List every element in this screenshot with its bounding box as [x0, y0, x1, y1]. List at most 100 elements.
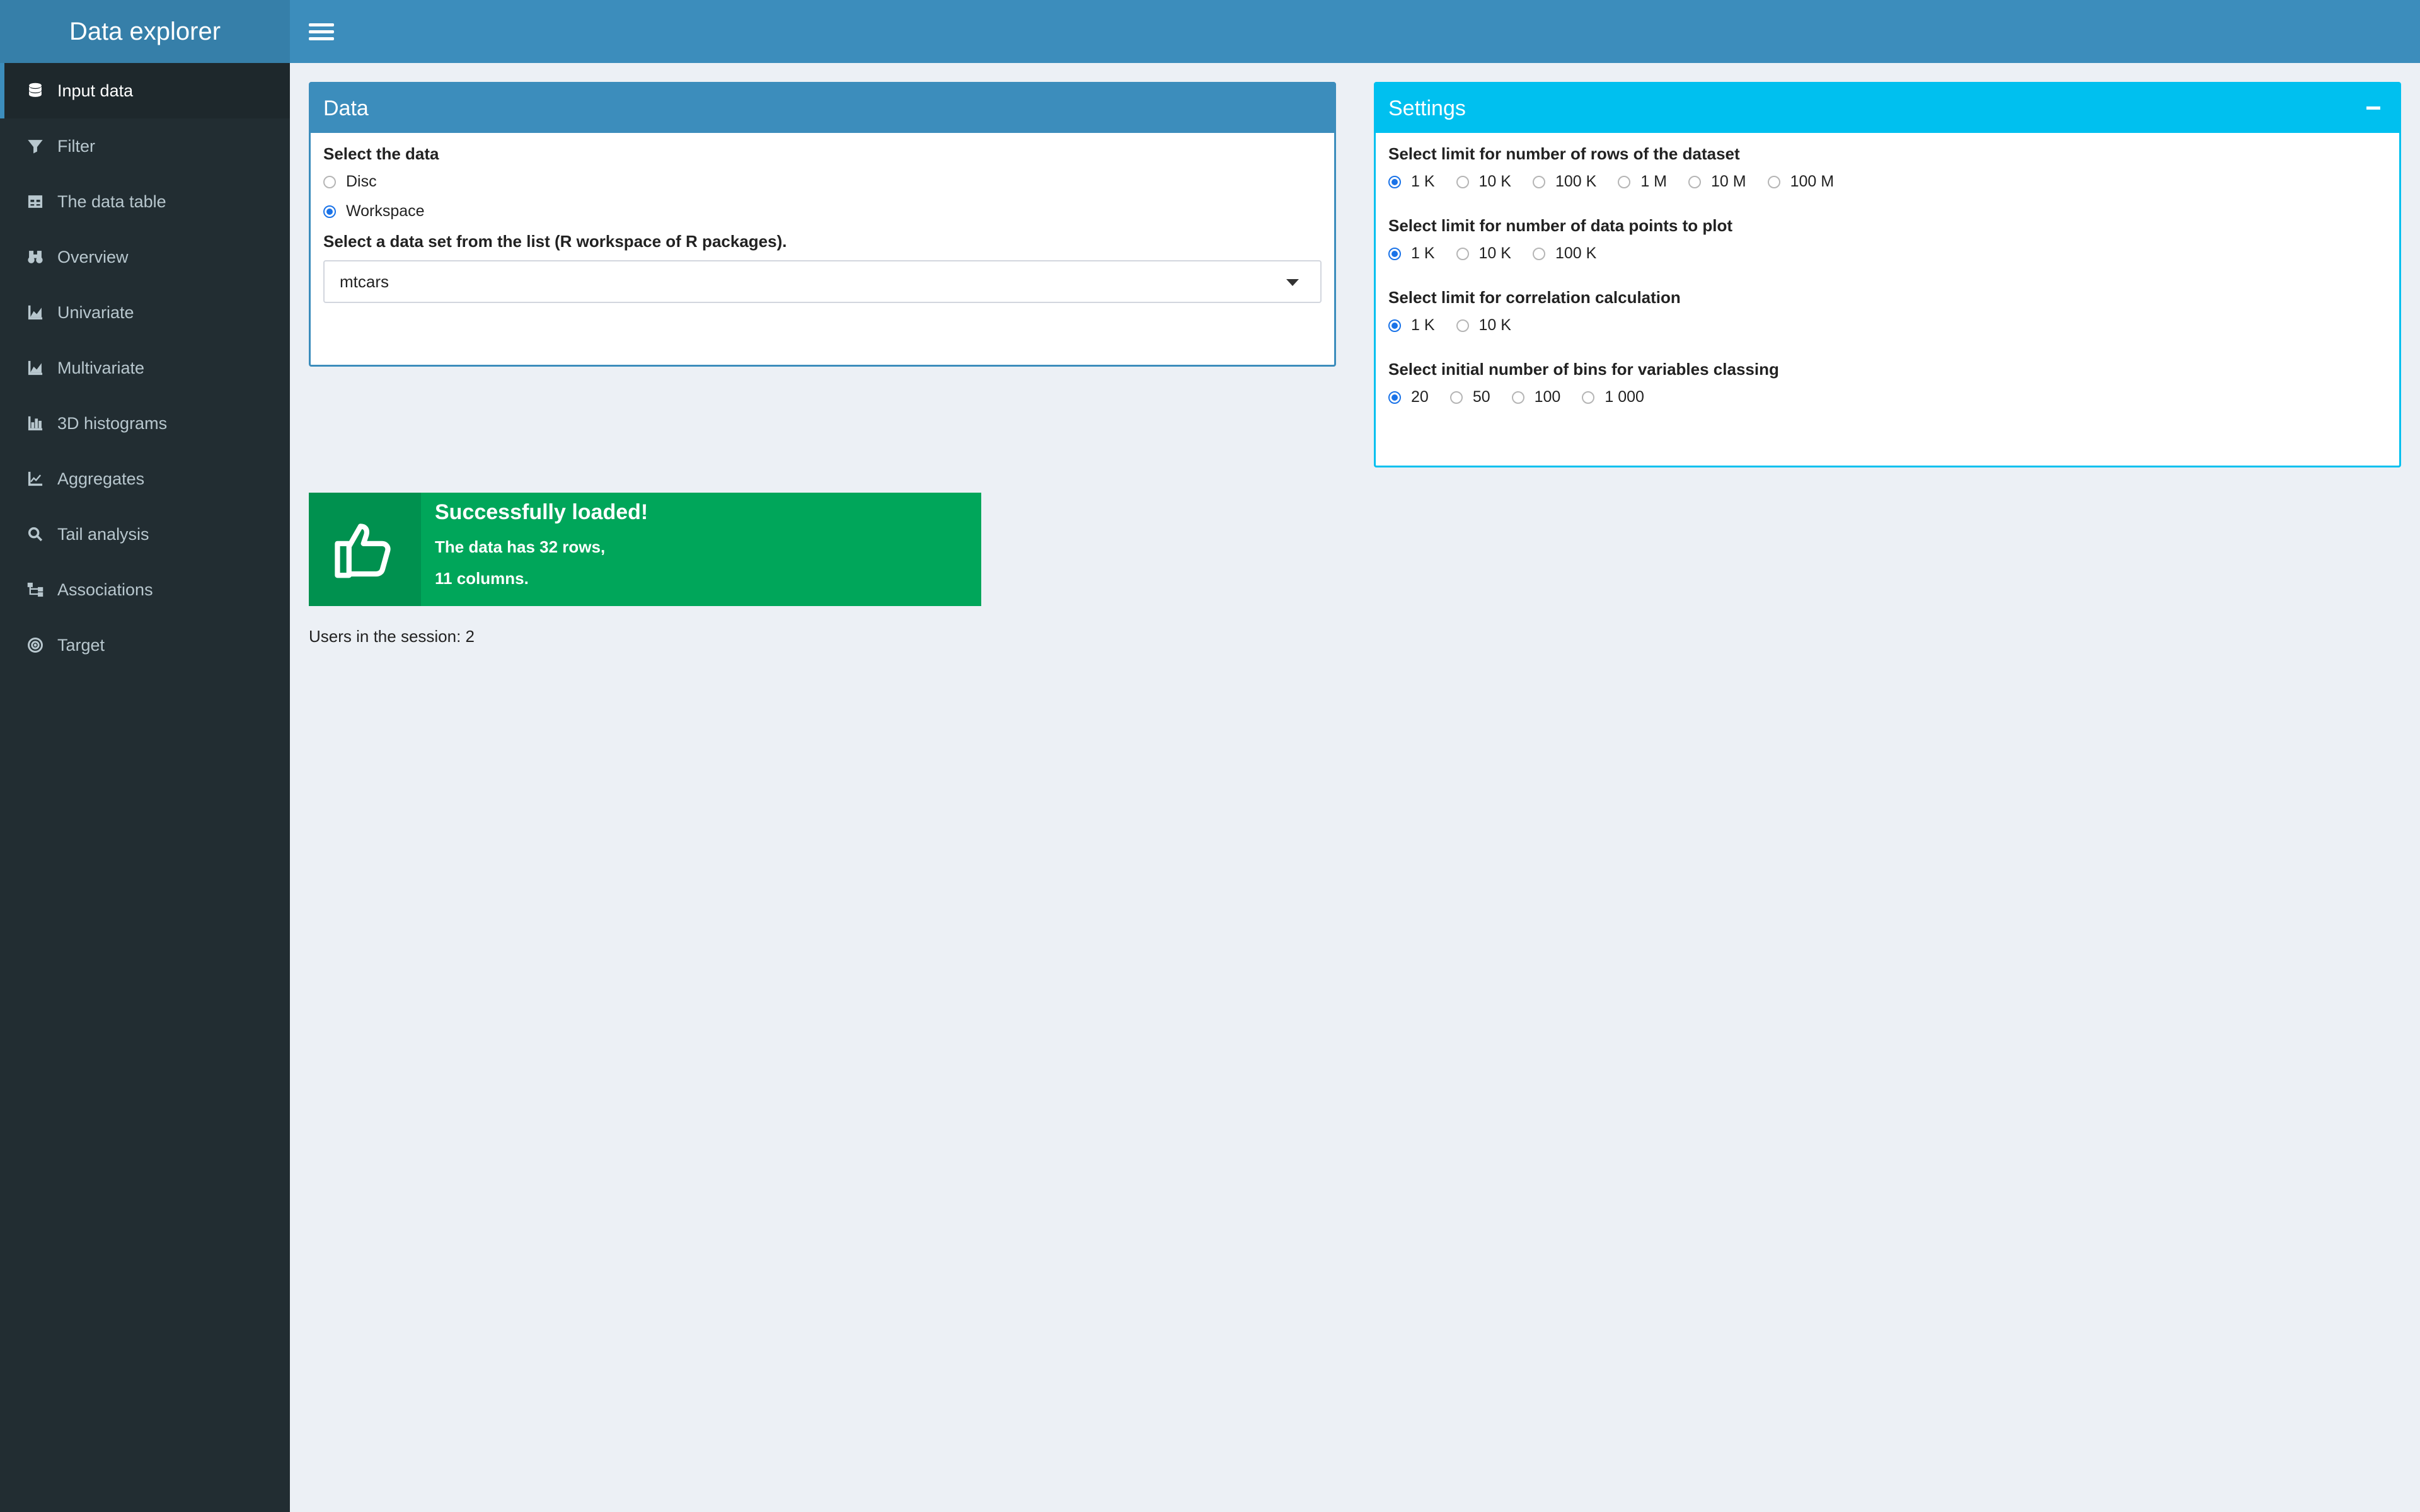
sidebar-item-label: Input data [57, 81, 134, 100]
settings-radio-option[interactable]: 10 K [1456, 173, 1511, 191]
sidebar-item-overview[interactable]: Overview [0, 229, 290, 285]
settings-group-label: Select initial number of bins for variab… [1388, 360, 1779, 379]
radio-indicator[interactable] [1456, 247, 1469, 260]
settings-radio-group: 1 K 10 K [1388, 316, 2387, 335]
settings-group-label: Select limit for number of data points t… [1388, 216, 1733, 235]
sidebar-item-label: The data table [57, 192, 166, 211]
sidebar-toggle-icon[interactable] [309, 19, 334, 44]
session-users-text: Users in the session: 2 [309, 627, 475, 646]
sidebar-item-label: Univariate [57, 302, 134, 322]
sidebar-item-tail-analysis[interactable]: Tail analysis [0, 507, 290, 562]
settings-group: Select limit for number of data points t… [1388, 216, 2387, 263]
data-box: Data Select the data Disc Workspace Sele… [309, 82, 1336, 367]
radio-indicator[interactable] [1388, 247, 1401, 260]
settings-radio-option[interactable]: 1 K [1388, 173, 1435, 191]
database-icon [26, 81, 45, 100]
radio-indicator[interactable] [1767, 175, 1780, 188]
dataset-label: Select a data set from the list (R works… [323, 232, 787, 251]
settings-radio-option[interactable]: 100 K [1532, 173, 1596, 191]
settings-radio-option[interactable]: 1 K [1388, 316, 1435, 335]
radio-indicator[interactable] [323, 175, 336, 188]
top-navbar [290, 0, 2420, 63]
settings-radio-option[interactable]: 100 K [1532, 244, 1596, 263]
sidebar-item-data-table[interactable]: The data table [0, 174, 290, 229]
bar-chart-icon [26, 414, 45, 433]
settings-box-header: Settings [1376, 84, 2399, 133]
settings-radio-option[interactable]: 10 K [1456, 244, 1511, 263]
settings-group-label: Select limit for number of rows of the d… [1388, 144, 1740, 163]
settings-box: Settings Select limit for number of rows… [1374, 82, 2401, 467]
chevron-down-icon [1286, 279, 1299, 286]
data-box-title: Data [323, 96, 369, 120]
sidebar-item-associations[interactable]: Associations [0, 562, 290, 617]
radio-workspace[interactable]: Workspace [323, 202, 1300, 220]
radio-indicator[interactable] [323, 205, 336, 218]
sidebar-item-3d-histograms[interactable]: 3D histograms [0, 396, 290, 451]
settings-radio-option[interactable]: 1 000 [1582, 388, 1644, 406]
settings-radio-option[interactable]: 100 [1511, 388, 1560, 406]
filter-icon [26, 137, 45, 156]
settings-radio-option[interactable]: 1 M [1618, 173, 1667, 191]
settings-radio-option[interactable]: 100 M [1767, 173, 1834, 191]
search-icon [26, 525, 45, 544]
radio-indicator[interactable] [1388, 391, 1401, 404]
radio-disc[interactable]: Disc [323, 173, 1300, 191]
thumbs-up-icon [309, 493, 421, 606]
infobox-title: Successfully loaded! [435, 500, 648, 524]
settings-radio-option[interactable]: 1 K [1388, 244, 1435, 263]
area-chart-icon [26, 358, 45, 377]
sidebar-item-multivariate[interactable]: Multivariate [0, 340, 290, 396]
binoculars-icon [26, 248, 45, 266]
settings-radio-option[interactable]: 10 K [1456, 316, 1511, 335]
settings-radio-group: 20 50 100 1 000 [1388, 388, 2387, 406]
data-source-radio-group: Disc Workspace [323, 173, 1322, 220]
radio-indicator[interactable] [1388, 175, 1401, 188]
settings-radio-option[interactable]: 50 [1449, 388, 1490, 406]
settings-group: Select initial number of bins for variab… [1388, 360, 2387, 406]
sidebar: Input data Filter The data table Overvie… [0, 63, 290, 1512]
sidebar-item-label: 3D histograms [57, 413, 168, 433]
area-chart-icon [26, 303, 45, 322]
sidebar-item-label: Aggregates [57, 469, 145, 488]
radio-indicator[interactable] [1388, 319, 1401, 332]
radio-indicator[interactable] [1582, 391, 1595, 404]
sidebar-item-label: Tail analysis [57, 524, 149, 544]
sidebar-item-filter[interactable]: Filter [0, 118, 290, 174]
sidebar-item-input-data[interactable]: Input data [0, 63, 290, 118]
sidebar-item-label: Target [57, 635, 105, 655]
settings-radio-group: 1 K 10 K 100 K 1 M 10 M 100 M [1388, 173, 2387, 191]
success-infobox: Successfully loaded! The data has 32 row… [309, 493, 981, 606]
app-title: Data explorer [0, 0, 290, 63]
sidebar-item-label: Multivariate [57, 358, 145, 377]
bullseye-icon [26, 636, 45, 655]
sidebar-item-label: Filter [57, 136, 95, 156]
settings-group: Select limit for correlation calculation… [1388, 288, 2387, 335]
settings-group: Select limit for number of rows of the d… [1388, 144, 2387, 191]
settings-group-label: Select limit for correlation calculation [1388, 288, 1681, 307]
radio-indicator[interactable] [1456, 319, 1469, 332]
radio-indicator[interactable] [1449, 391, 1463, 404]
infobox-columns-text: 11 columns. [435, 569, 529, 588]
radio-indicator[interactable] [1511, 391, 1524, 404]
sidebar-item-univariate[interactable]: Univariate [0, 285, 290, 340]
collapse-icon[interactable] [2366, 106, 2380, 110]
settings-radio-option[interactable]: 10 M [1688, 173, 1746, 191]
sidebar-item-label: Associations [57, 580, 153, 599]
radio-indicator[interactable] [1532, 175, 1545, 188]
radio-indicator[interactable] [1618, 175, 1631, 188]
sitemap-icon [26, 580, 45, 599]
settings-box-title: Settings [1388, 96, 1466, 120]
data-box-header: Data [311, 84, 1334, 133]
table-icon [26, 192, 45, 211]
sidebar-item-target[interactable]: Target [0, 617, 290, 673]
select-data-label: Select the data [323, 144, 439, 163]
dataset-select[interactable]: mtcars [323, 260, 1322, 303]
radio-indicator[interactable] [1532, 247, 1545, 260]
sidebar-item-aggregates[interactable]: Aggregates [0, 451, 290, 507]
radio-indicator[interactable] [1456, 175, 1469, 188]
settings-radio-option[interactable]: 20 [1388, 388, 1429, 406]
settings-radio-group: 1 K 10 K 100 K [1388, 244, 2387, 263]
radio-indicator[interactable] [1688, 175, 1701, 188]
infobox-rows-text: The data has 32 rows, [435, 537, 606, 556]
dataset-select-value: mtcars [340, 272, 389, 291]
